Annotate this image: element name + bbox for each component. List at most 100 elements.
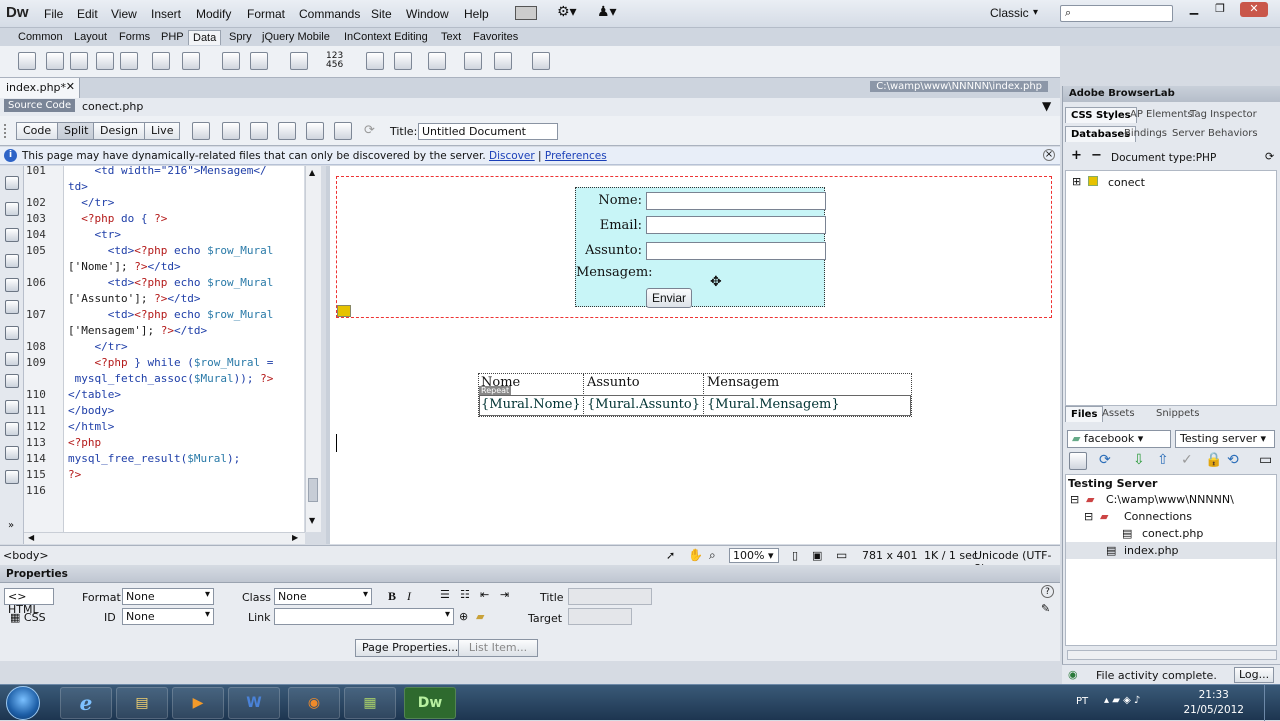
- log-button[interactable]: Log...: [1234, 667, 1275, 683]
- check-in-icon[interactable]: 🔒: [1205, 452, 1222, 468]
- files-tree[interactable]: Testing Server ⊟ ▰ C:\wamp\www\NNNNN\ ⊟ …: [1065, 474, 1277, 646]
- title-prop-input[interactable]: [568, 588, 652, 605]
- collapse-icon[interactable]: ⊟: [1070, 493, 1079, 506]
- open-documents-icon[interactable]: [5, 176, 19, 190]
- wamp-icon[interactable]: ▦: [344, 687, 396, 719]
- db-conect[interactable]: conect: [1108, 176, 1145, 189]
- tab-forms[interactable]: Forms: [115, 30, 154, 45]
- ordered-list-icon[interactable]: ☷: [460, 588, 470, 601]
- form-outline[interactable]: Nome: Email: Assunto: Mensagem: Enviar: [336, 176, 1052, 318]
- form-table[interactable]: Nome: Email: Assunto: Mensagem: Enviar: [575, 187, 826, 308]
- word-icon[interactable]: W: [228, 687, 280, 719]
- folder-icon[interactable]: ▰: [476, 610, 484, 623]
- dynamic-data-icon[interactable]: [222, 52, 240, 70]
- menu-insert[interactable]: Insert: [151, 7, 181, 21]
- tab-common[interactable]: Common: [14, 30, 67, 45]
- line-numbers-icon[interactable]: [5, 326, 19, 340]
- tab-spry[interactable]: Spry: [225, 30, 256, 45]
- zoom-select[interactable]: 100% ▾: [729, 548, 779, 563]
- tab-data[interactable]: Data: [188, 30, 222, 45]
- related-file-conect[interactable]: conect.php: [82, 100, 143, 113]
- update-record-icon[interactable]: [428, 52, 446, 70]
- select-parent-icon[interactable]: [5, 278, 19, 292]
- start-button[interactable]: [6, 686, 40, 720]
- hand-tool-icon[interactable]: ✋: [688, 548, 703, 562]
- dreamweaver-taskbar-icon[interactable]: Dw: [404, 687, 456, 719]
- tab-favorites[interactable]: Favorites: [469, 30, 522, 45]
- gear-icon[interactable]: ⚙▾: [557, 4, 577, 20]
- tray-icons[interactable]: ▴ ▰ ◈ ♪: [1104, 695, 1140, 706]
- split-view-button[interactable]: Split: [57, 122, 96, 140]
- code-line[interactable]: ?>: [68, 468, 81, 481]
- scroll-right-icon[interactable]: ▶: [292, 533, 298, 542]
- tag-selector[interactable]: <body>: [3, 549, 49, 562]
- firefox-icon[interactable]: ◉: [288, 687, 340, 719]
- code-vertical-scrollbar[interactable]: ▲ ▼: [305, 166, 321, 532]
- tab-php[interactable]: PHP: [157, 30, 188, 45]
- mural-table[interactable]: Nome Repeat Assunto Mensagem {Mural.Nome…: [478, 373, 912, 417]
- scroll-thumb[interactable]: [308, 478, 318, 502]
- code-horizontal-scrollbar[interactable]: ◀ ▶: [24, 532, 305, 544]
- language-indicator[interactable]: PT: [1076, 696, 1088, 707]
- tab-assets[interactable]: Assets: [1097, 406, 1140, 422]
- preview-browser-icon[interactable]: [222, 122, 240, 140]
- minimize-button[interactable]: ▁: [1182, 2, 1206, 17]
- design-view[interactable]: Nome: Email: Assunto: Mensagem: Enviar ✥…: [330, 166, 1060, 544]
- spry-repeat-icon[interactable]: [120, 52, 138, 70]
- xslt-icon[interactable]: [532, 52, 550, 70]
- scroll-up-icon[interactable]: ▲: [309, 168, 315, 177]
- enviar-button[interactable]: Enviar: [646, 288, 692, 308]
- repeat-tab[interactable]: Repeat: [479, 386, 512, 395]
- code-line[interactable]: <td><?php echo $row_Mural: [68, 276, 274, 289]
- menu-window[interactable]: Window: [406, 7, 449, 21]
- show-desktop-button[interactable]: [1264, 685, 1280, 721]
- collapse-icon[interactable]: ⊟: [1084, 510, 1093, 523]
- css-mode-button[interactable]: ▦ CSS: [10, 611, 46, 624]
- italic-button[interactable]: I: [407, 589, 411, 604]
- delete-record-icon[interactable]: [464, 52, 482, 70]
- outdent-icon[interactable]: ⇤: [480, 588, 489, 601]
- tab-snippets[interactable]: Snippets: [1151, 406, 1204, 422]
- snippets-icon[interactable]: [5, 470, 19, 484]
- visual-aids-icon[interactable]: [334, 122, 352, 140]
- master-detail-icon[interactable]: [366, 52, 384, 70]
- get-files-icon[interactable]: ⇩: [1133, 452, 1145, 468]
- explorer-icon[interactable]: ▤: [116, 687, 168, 719]
- menu-view[interactable]: View: [111, 7, 137, 21]
- quick-tag-editor-icon[interactable]: ✎: [1041, 602, 1050, 615]
- wrap-tag-icon[interactable]: [5, 446, 19, 460]
- title-input[interactable]: Untitled Document: [418, 123, 558, 140]
- layout-icon[interactable]: [515, 6, 537, 20]
- nome-field[interactable]: [646, 192, 826, 210]
- balance-braces-icon[interactable]: [5, 300, 19, 314]
- tab-text[interactable]: Text: [437, 30, 465, 45]
- tree-index-php[interactable]: index.php: [1124, 544, 1179, 557]
- tab-tag-inspector[interactable]: Tag Inspector: [1185, 107, 1262, 123]
- tree-connections[interactable]: Connections: [1124, 510, 1192, 523]
- sync-icon[interactable]: ⟲: [1227, 452, 1239, 468]
- point-to-file-icon[interactable]: ⊕: [459, 610, 468, 623]
- code-line[interactable]: <td><?php echo $row_Mural: [68, 308, 274, 321]
- properties-header[interactable]: Properties: [0, 565, 1060, 583]
- code-line[interactable]: </tr>: [68, 340, 127, 353]
- code-line[interactable]: td>: [68, 180, 88, 193]
- user-auth-icon[interactable]: [494, 52, 512, 70]
- code-view-button[interactable]: Code: [16, 122, 59, 140]
- connect-icon[interactable]: [1069, 452, 1087, 470]
- file-management-icon[interactable]: [250, 122, 268, 140]
- tab-bindings[interactable]: Bindings: [1119, 126, 1172, 142]
- id-select[interactable]: None: [122, 608, 214, 625]
- code-line[interactable]: mysql_free_result($Mural);: [68, 452, 240, 465]
- menu-edit[interactable]: Edit: [77, 7, 98, 21]
- help-icon[interactable]: ?: [1041, 585, 1054, 598]
- spry-region-icon[interactable]: [96, 52, 114, 70]
- tablet-icon[interactable]: ▣: [812, 549, 822, 562]
- close-icon[interactable]: ✕: [66, 80, 75, 93]
- show-region-icon[interactable]: [290, 52, 308, 70]
- code-line[interactable]: mysql_fetch_assoc($Mural)); ?>: [68, 372, 274, 385]
- design-view-button[interactable]: Design: [93, 122, 145, 140]
- menu-site[interactable]: Site: [371, 7, 392, 21]
- w3c-validation-icon[interactable]: [278, 122, 296, 140]
- assunto-field[interactable]: [646, 242, 826, 260]
- desktop-icon[interactable]: ▭: [836, 548, 847, 562]
